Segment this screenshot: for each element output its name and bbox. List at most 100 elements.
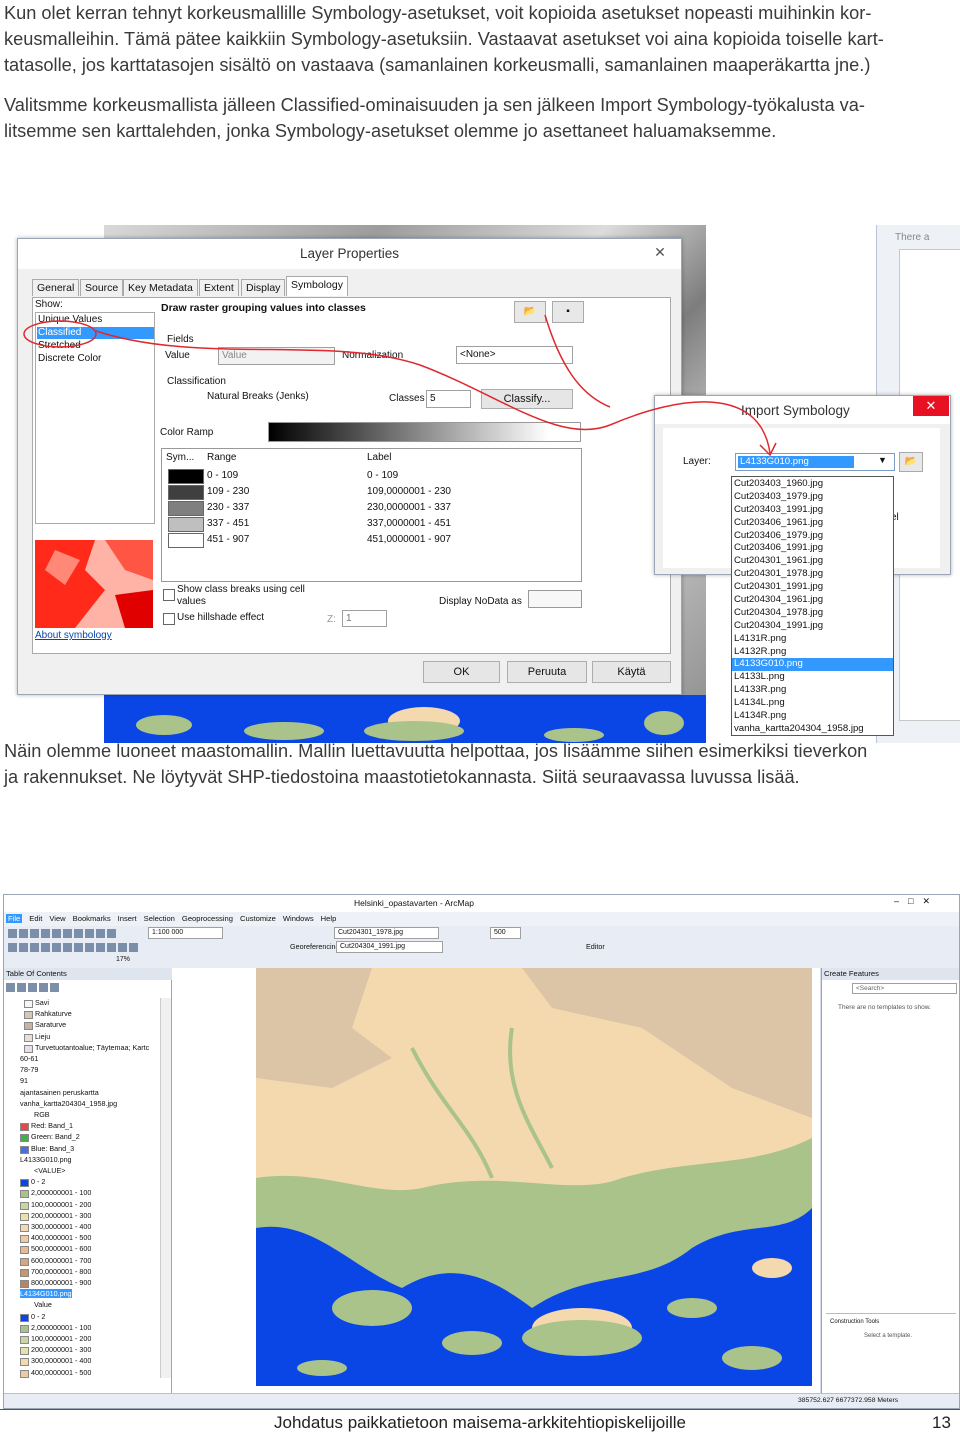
toc-item[interactable]: Red: Band_1	[31, 1121, 73, 1130]
legend-swatch	[20, 1268, 29, 1277]
legend-swatch	[20, 1347, 29, 1356]
arcmap-titlebar: Helsinki_opastavarten - ArcMap –□✕	[4, 895, 959, 912]
toc-item[interactable]: 91	[20, 1076, 28, 1085]
create-features-panel: Create Features <Search> There are no te…	[821, 968, 959, 1393]
legend-swatch	[20, 1224, 29, 1232]
annotation-arrows	[23, 314, 777, 457]
intro-line-1: Kun olet kerran tehnyt korkeusmallille S…	[4, 3, 872, 23]
coordinate-readout: 385752.627 6677372.958 Meters	[798, 1397, 899, 1404]
legend-swatch	[20, 1280, 29, 1288]
legend-swatch	[20, 1313, 29, 1322]
instruction-paragraph: Valitsmme korkeusmallista jälleen Classi…	[4, 92, 956, 144]
toc-item[interactable]: 0 - 2	[31, 1177, 45, 1186]
intro-line-3: tatasolle, jos karttatasojen sisältö on …	[4, 55, 871, 75]
legend-swatch	[24, 1000, 33, 1008]
layer-combo[interactable]: Cut204301_1978.jpg	[334, 927, 439, 939]
legend-swatch	[24, 1011, 33, 1020]
toc-item[interactable]: 300,0000001 - 400	[31, 1356, 91, 1365]
instruction-line-1: Valitsmme korkeusmallista jälleen Classi…	[4, 95, 865, 115]
toc-item[interactable]: 100,0000001 - 200	[31, 1200, 91, 1209]
legend-swatch	[20, 1336, 29, 1344]
template-search-input[interactable]: <Search>	[852, 983, 957, 994]
menu-item[interactable]: View	[49, 914, 65, 923]
toc-item[interactable]: Lieju	[35, 1032, 50, 1041]
toc-item[interactable]: 2,000000001 - 100	[31, 1188, 91, 1197]
menu-item[interactable]: Customize	[240, 914, 276, 923]
toc-item[interactable]: <VALUE>	[34, 1166, 65, 1175]
create-features-title: Create Features	[822, 968, 959, 980]
toc-item[interactable]: L4133G010.png	[20, 1155, 72, 1164]
arcmap-window: Helsinki_opastavarten - ArcMap –□✕ File E…	[3, 894, 960, 1409]
window-controls: –□✕	[894, 896, 939, 906]
legend-swatch	[20, 1190, 29, 1199]
toc-item[interactable]: 0 - 2	[31, 1312, 45, 1321]
legend-swatch	[24, 1044, 33, 1053]
toc-item[interactable]: Blue: Band_3	[31, 1144, 74, 1153]
toc-item[interactable]: 300,0000001 - 400	[31, 1222, 91, 1231]
legend-swatch	[20, 1201, 29, 1210]
toc-item[interactable]: vanha_kartta204304_1958.jpg	[20, 1099, 117, 1108]
toc-item[interactable]: 60-61	[20, 1054, 38, 1063]
construction-tools-label: Construction Tools	[830, 1319, 880, 1325]
menu-item[interactable]: File	[6, 914, 23, 923]
map-canvas[interactable]	[172, 968, 820, 1393]
result-line-2: ja rakennukset. Ne löytyvät SHP-tiedosto…	[4, 767, 800, 787]
toc-item[interactable]: ajantasainen peruskartta	[20, 1088, 99, 1097]
legend-swatch	[20, 1179, 29, 1188]
legend-swatch	[20, 1145, 29, 1154]
result-paragraph: Näin olemme luoneet maastomallin. Mallin…	[4, 738, 956, 790]
legend-swatch	[20, 1257, 29, 1266]
toc-item[interactable]: 100,0000001 - 200	[31, 1334, 91, 1343]
toc-item[interactable]: 2,000000001 - 100	[31, 1323, 91, 1332]
zoom-combo[interactable]: 500	[490, 927, 521, 939]
legend-swatch	[20, 1134, 29, 1143]
symbology-screenshot: There a Layer Properties ✕ General Sourc…	[0, 225, 960, 743]
legend-swatch	[20, 1123, 29, 1132]
instruction-line-2: litsemme sen karttalehden, jonka Symbolo…	[4, 121, 777, 141]
toc-item[interactable]: 200,0000001 - 300	[31, 1211, 91, 1220]
intro-paragraph: Kun olet kerran tehnyt korkeusmallille S…	[4, 0, 956, 78]
editor-menu[interactable]: Editor	[586, 942, 605, 951]
toc-item[interactable]: 600,0000001 - 700	[31, 1256, 91, 1265]
toc-toolbar	[6, 982, 61, 993]
toc-item[interactable]: 78-79	[20, 1065, 38, 1074]
toc-item[interactable]: 500,0000001 - 600	[31, 1244, 91, 1253]
page-number: 13	[932, 1413, 951, 1432]
toc-item[interactable]: L4134G010.png	[20, 1289, 72, 1299]
toc-item[interactable]: 700,0000001 - 800	[31, 1267, 91, 1276]
intro-line-2: keusmalleihin. Tämä pätee kaikkiin Symbo…	[4, 29, 884, 49]
toc-item[interactable]: 400,0000001 - 500	[31, 1368, 91, 1377]
status-bar: 385752.627 6677372.958 Meters	[4, 1393, 959, 1408]
toc-item[interactable]: 800,0000001 - 900	[31, 1278, 91, 1287]
toc-item[interactable]: Saraturve	[35, 1020, 66, 1029]
toc-title: Table Of Contents	[4, 968, 173, 980]
legend-swatch	[20, 1235, 29, 1244]
toolbar-icons-row2	[8, 942, 140, 953]
toc-item[interactable]: Rahkaturve	[35, 1009, 72, 1018]
toc-item[interactable]: Green: Band_2	[31, 1132, 80, 1141]
select-template-text: Select a template.	[864, 1333, 913, 1339]
toc-item[interactable]: 200,0000001 - 300	[31, 1345, 91, 1354]
legend-swatch	[20, 1358, 29, 1367]
menu-item[interactable]: Insert	[118, 914, 137, 923]
result-line-1: Näin olemme luoneet maastomallin. Mallin…	[4, 741, 868, 761]
toc-item[interactable]: Savi	[35, 998, 49, 1007]
arcmap-title: Helsinki_opastavarten - ArcMap	[353, 898, 474, 908]
menu-item[interactable]: Geoprocessing	[182, 914, 233, 923]
toc-item[interactable]: RGB	[34, 1110, 50, 1119]
legend-swatch	[24, 1033, 33, 1042]
toc-item[interactable]: Turvetuotantoalue; Täytemaa; Kartc	[35, 1043, 149, 1052]
panel-divider	[826, 1313, 956, 1314]
georef-combo[interactable]: Cut204304_1991.jpg	[336, 941, 443, 953]
no-templates-text: There are no templates to show.	[838, 1004, 931, 1011]
menu-item[interactable]: Windows	[283, 914, 314, 923]
menu-item[interactable]: Selection	[144, 914, 175, 923]
toc-item[interactable]: 400,0000001 - 500	[31, 1233, 91, 1242]
toc-item[interactable]: Value	[34, 1300, 52, 1309]
menu-item[interactable]: Bookmarks	[73, 914, 111, 923]
scale-combo[interactable]: 1:100 000	[148, 927, 223, 939]
toc-scrollbar[interactable]	[160, 998, 171, 1378]
percent-readout: 17%	[116, 956, 131, 963]
menu-item[interactable]: Help	[321, 914, 337, 923]
menu-item[interactable]: Edit	[29, 914, 42, 923]
